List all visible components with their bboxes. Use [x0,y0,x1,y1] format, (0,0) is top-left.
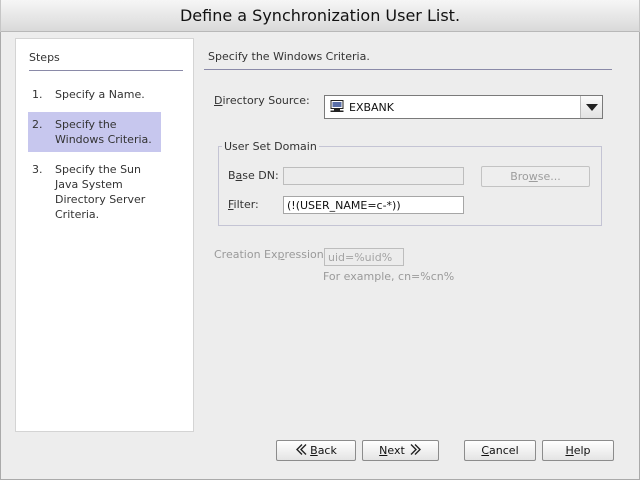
step-label-line: Specify the [55,118,117,131]
step-number: 1. [32,88,43,101]
directory-source-value: EXBANK [349,101,394,114]
section-heading: Specify the Windows Criteria. [208,50,370,63]
next-button[interactable]: Next [362,440,439,461]
steps-title: Steps [29,51,60,64]
filter-label: Filter: [228,198,259,211]
directory-source-select[interactable]: EXBANK [324,95,603,119]
base-dn-input[interactable] [283,167,464,185]
filter-input[interactable]: (!(USER_NAME=c-*)) [283,196,464,214]
creation-expression-input[interactable]: uid=%uid% [324,248,404,266]
step-item-2: 2. Specify the Windows Criteria. [28,112,161,152]
step-label: Specify a Name. [55,88,145,101]
steps-panel: Steps 1. Specify a Name. 2. Specify the … [15,38,194,432]
directory-source-label: Directory Source: [214,94,310,107]
help-button[interactable]: Help [542,440,614,461]
cancel-button[interactable]: Cancel [464,440,536,461]
chevron-down-icon [586,104,598,111]
base-dn-label: Base DN: [228,169,279,182]
step-label-line: Java System [55,178,123,191]
step-item-3: 3. Specify the Sun Java System Directory… [28,162,161,224]
step-item-1: 1. Specify a Name. [28,87,161,103]
step-label-line: Windows Criteria. [55,133,152,146]
creation-expression-label: Creation Expression: [214,248,328,261]
back-button[interactable]: Back [276,440,356,461]
computer-icon [330,100,344,112]
dropdown-button[interactable] [580,96,602,118]
chevron-left-icon [296,444,307,455]
window-titlebar[interactable]: Define a Synchronization User List. [0,0,640,32]
step-label-line: Directory Server [55,193,146,206]
step-label-line: Criteria. [55,208,100,221]
window-title: Define a Synchronization User List. [179,6,461,25]
step-label-line: Specify the Sun [55,163,141,176]
step-number: 2. [32,118,43,131]
browse-button[interactable]: Browse... [481,166,590,187]
creation-expression-example: For example, cn=%cn% [323,270,455,283]
section-divider [204,69,612,70]
user-set-domain-title: User Set Domain [222,140,319,153]
steps-divider [29,70,183,71]
step-number: 3. [32,163,43,176]
chevron-right-icon [410,444,421,455]
